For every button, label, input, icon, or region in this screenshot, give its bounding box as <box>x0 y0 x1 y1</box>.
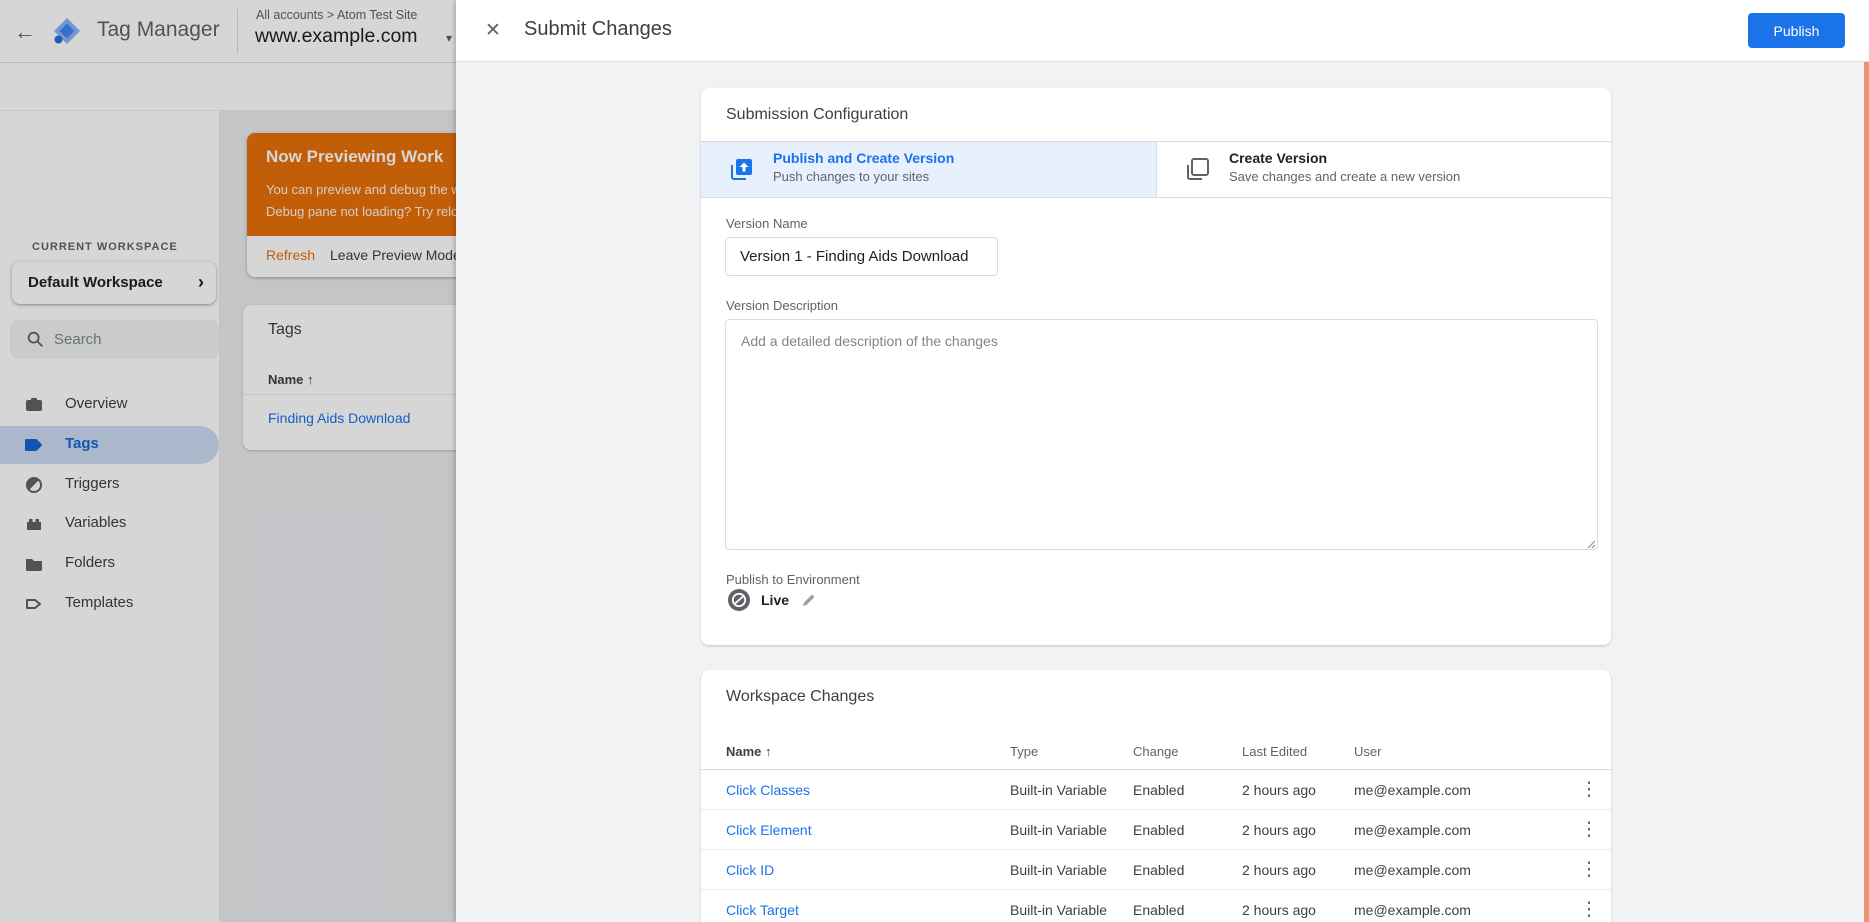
screen: ← Tag Manager All accounts > Atom Test S… <box>0 0 1869 922</box>
change-last-edited: 2 hours ago <box>1242 862 1316 878</box>
change-user: me@example.com <box>1354 862 1471 878</box>
create-version-icon <box>1183 156 1211 189</box>
environment-name: Live <box>761 592 789 608</box>
option-create-version[interactable]: Create Version Save changes and create a… <box>1156 142 1611 197</box>
submission-options: Publish and Create Version Push changes … <box>701 141 1611 198</box>
option-subtitle: Push changes to your sites <box>773 169 929 184</box>
change-last-edited: 2 hours ago <box>1242 822 1316 838</box>
option-publish-and-create-version[interactable]: Publish and Create Version Push changes … <box>701 142 1156 197</box>
version-name-input[interactable] <box>725 237 998 276</box>
dialog-title: Submit Changes <box>524 18 672 41</box>
workspace-changes-card: Workspace Changes Name ↑ Type Change Las… <box>701 670 1611 922</box>
table-row: Click ID Built-in Variable Enabled 2 hou… <box>701 850 1611 890</box>
submit-changes-dialog: ✕ Submit Changes Publish Submission Conf… <box>456 0 1869 922</box>
table-row: Click Element Built-in Variable Enabled … <box>701 810 1611 850</box>
change-last-edited: 2 hours ago <box>1242 782 1316 798</box>
live-environment-icon <box>727 588 751 617</box>
sort-ascending-icon: ↑ <box>765 744 772 759</box>
change-user: me@example.com <box>1354 822 1471 838</box>
publish-to-environment-label: Publish to Environment <box>726 572 860 587</box>
change-last-edited: 2 hours ago <box>1242 902 1316 918</box>
version-description-textarea[interactable] <box>725 319 1598 550</box>
change-type: Built-in Variable <box>1010 862 1107 878</box>
version-description-label: Version Description <box>726 298 838 313</box>
scrollbar-thumb[interactable] <box>1864 62 1869 922</box>
column-header-last-edited: Last Edited <box>1242 744 1307 759</box>
change-type: Built-in Variable <box>1010 782 1107 798</box>
column-header-user: User <box>1354 744 1381 759</box>
change-name-link[interactable]: Click Element <box>726 822 812 838</box>
more-vertical-icon[interactable]: ⋮ <box>1577 858 1601 882</box>
change-user: me@example.com <box>1354 782 1471 798</box>
change-status: Enabled <box>1133 862 1184 878</box>
version-name-label: Version Name <box>726 216 808 231</box>
column-header-type: Type <box>1010 744 1038 759</box>
column-header-change: Change <box>1133 744 1179 759</box>
option-subtitle: Save changes and create a new version <box>1229 169 1460 184</box>
change-name-link[interactable]: Click ID <box>726 862 774 878</box>
publish-version-icon <box>727 156 755 189</box>
change-user: me@example.com <box>1354 902 1471 918</box>
close-icon[interactable]: ✕ <box>480 18 506 44</box>
workspace-changes-title: Workspace Changes <box>726 688 874 706</box>
submission-configuration-card: Submission Configuration Publish and Cre… <box>701 88 1611 645</box>
column-header-name[interactable]: Name ↑ <box>726 744 772 759</box>
edit-environment-icon[interactable] <box>801 592 817 613</box>
change-status: Enabled <box>1133 782 1184 798</box>
option-title: Create Version <box>1229 150 1327 166</box>
table-row: Click Target Built-in Variable Enabled 2… <box>701 890 1611 922</box>
change-status: Enabled <box>1133 822 1184 838</box>
submission-configuration-title: Submission Configuration <box>726 106 908 124</box>
publish-button[interactable]: Publish <box>1748 13 1845 48</box>
change-status: Enabled <box>1133 902 1184 918</box>
more-vertical-icon[interactable]: ⋮ <box>1577 818 1601 842</box>
change-name-link[interactable]: Click Target <box>726 902 799 918</box>
change-type: Built-in Variable <box>1010 902 1107 918</box>
change-type: Built-in Variable <box>1010 822 1107 838</box>
dialog-header: ✕ Submit Changes Publish <box>456 0 1869 62</box>
more-vertical-icon[interactable]: ⋮ <box>1577 898 1601 922</box>
table-row: Click Classes Built-in Variable Enabled … <box>701 770 1611 810</box>
more-vertical-icon[interactable]: ⋮ <box>1577 778 1601 802</box>
option-title: Publish and Create Version <box>773 150 954 166</box>
change-name-link[interactable]: Click Classes <box>726 782 810 798</box>
